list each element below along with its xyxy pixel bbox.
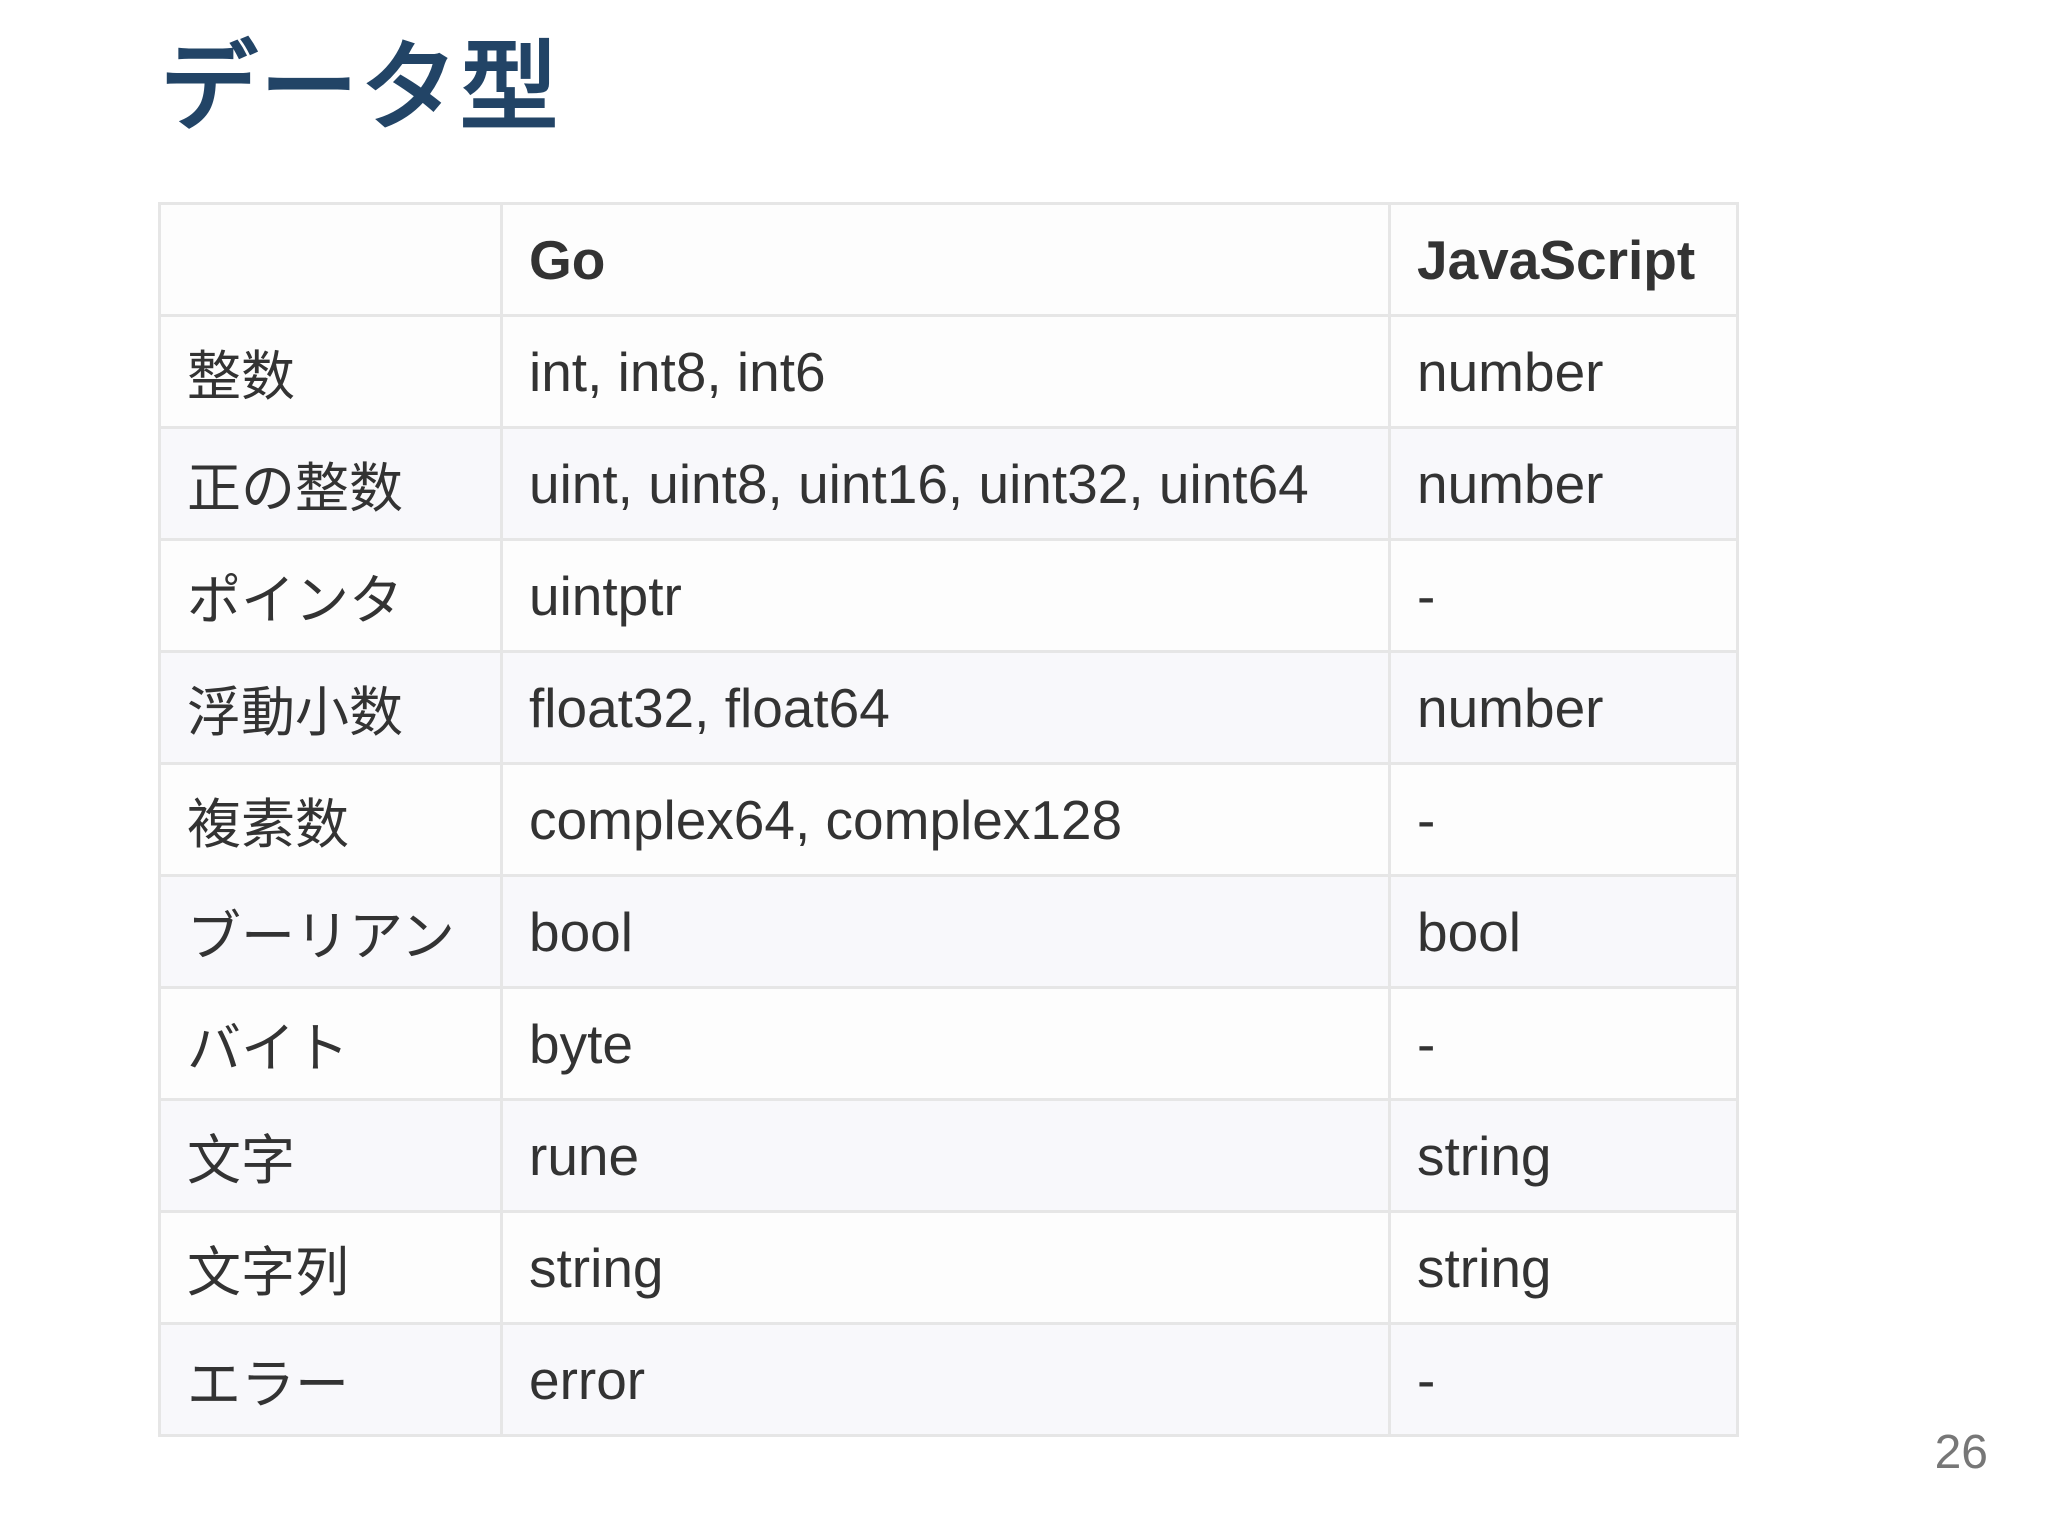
category-cell: 整数 bbox=[158, 314, 503, 429]
js-type-cell: number bbox=[1388, 650, 1739, 765]
go-type-cell: uint, uint8, uint16, uint32, uint64 bbox=[500, 426, 1391, 541]
js-type-cell: string bbox=[1388, 1098, 1739, 1213]
table-row: 正の整数 uint, uint8, uint16, uint32, uint64… bbox=[158, 426, 1739, 541]
table-row: ブーリアン bool bool bbox=[158, 874, 1739, 989]
table-row: バイト byte - bbox=[158, 986, 1739, 1101]
table-row: 複素数 complex64, complex128 - bbox=[158, 762, 1739, 877]
js-type-cell: - bbox=[1388, 1322, 1739, 1437]
table-row: 文字 rune string bbox=[158, 1098, 1739, 1213]
go-type-cell: complex64, complex128 bbox=[500, 762, 1391, 877]
category-cell: ブーリアン bbox=[158, 874, 503, 989]
js-type-cell: - bbox=[1388, 762, 1739, 877]
js-type-cell: bool bbox=[1388, 874, 1739, 989]
category-cell: 複素数 bbox=[158, 762, 503, 877]
js-type-cell: - bbox=[1388, 538, 1739, 653]
table-row: 文字列 string string bbox=[158, 1210, 1739, 1325]
go-type-cell: int, int8, int6 bbox=[500, 314, 1391, 429]
header-javascript: JavaScript bbox=[1388, 202, 1739, 317]
slide-title: データ型 bbox=[160, 31, 561, 145]
js-type-cell: - bbox=[1388, 986, 1739, 1101]
go-type-cell: bool bbox=[500, 874, 1391, 989]
js-type-cell: number bbox=[1388, 426, 1739, 541]
category-cell: 文字列 bbox=[158, 1210, 503, 1325]
category-cell: 浮動小数 bbox=[158, 650, 503, 765]
go-type-cell: uintptr bbox=[500, 538, 1391, 653]
page-number: 26 bbox=[1934, 1426, 1988, 1479]
table-row: エラー error - bbox=[158, 1322, 1739, 1437]
data-type-table: Go JavaScript 整数 int, int8, int6 number … bbox=[158, 202, 1739, 1437]
header-go: Go bbox=[500, 202, 1391, 317]
table-row: 整数 int, int8, int6 number bbox=[158, 314, 1739, 429]
js-type-cell: number bbox=[1388, 314, 1739, 429]
category-cell: エラー bbox=[158, 1322, 503, 1437]
go-type-cell: float32, float64 bbox=[500, 650, 1391, 765]
go-type-cell: rune bbox=[500, 1098, 1391, 1213]
category-cell: 文字 bbox=[158, 1098, 503, 1213]
js-type-cell: string bbox=[1388, 1210, 1739, 1325]
table-row: ポインタ uintptr - bbox=[158, 538, 1739, 653]
category-cell: ポインタ bbox=[158, 538, 503, 653]
go-type-cell: string bbox=[500, 1210, 1391, 1325]
go-type-cell: byte bbox=[500, 986, 1391, 1101]
table-header-row: Go JavaScript bbox=[158, 202, 1739, 317]
go-type-cell: error bbox=[500, 1322, 1391, 1437]
category-cell: バイト bbox=[158, 986, 503, 1101]
category-cell: 正の整数 bbox=[158, 426, 503, 541]
table-row: 浮動小数 float32, float64 number bbox=[158, 650, 1739, 765]
header-category bbox=[158, 202, 503, 317]
